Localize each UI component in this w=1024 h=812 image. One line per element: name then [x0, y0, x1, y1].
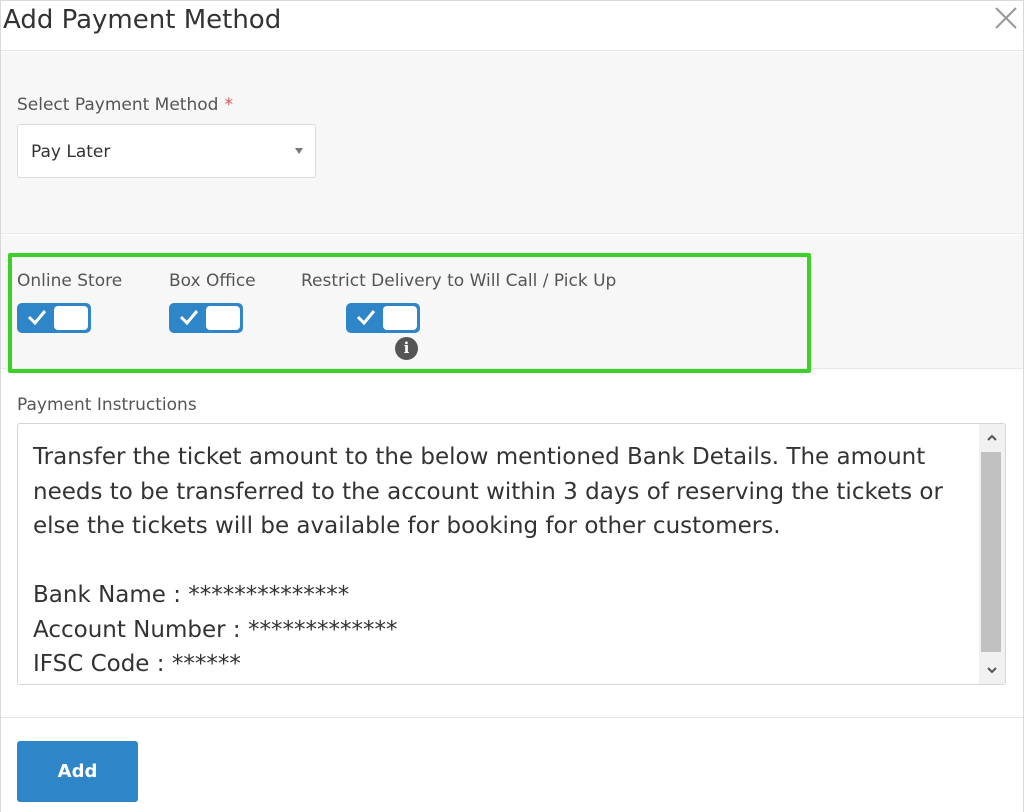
- chevron-up-icon[interactable]: [986, 432, 998, 444]
- scrollbar-thumb[interactable]: [981, 452, 1001, 652]
- payment-instructions-text: Transfer the ticket amount to the below …: [33, 444, 943, 677]
- box-office-toggle[interactable]: [169, 303, 243, 333]
- toggle-knob: [383, 306, 417, 330]
- close-icon: [995, 7, 1017, 29]
- payment-instructions-label: Payment Instructions: [17, 395, 197, 415]
- online-store-toggle[interactable]: [17, 303, 91, 333]
- add-button[interactable]: Add: [17, 741, 138, 802]
- online-store-label: Online Store: [17, 271, 123, 291]
- check-icon: [27, 310, 47, 326]
- payment-method-selected-value: Pay Later: [31, 142, 111, 162]
- chevron-down-icon: [295, 148, 303, 154]
- add-payment-method-dialog: Add Payment Method Select Payment Method…: [0, 0, 1024, 812]
- dialog-header: Add Payment Method: [1, 1, 1023, 51]
- dialog-title: Add Payment Method: [3, 5, 282, 35]
- payment-instructions-textarea[interactable]: Transfer the ticket amount to the below …: [17, 423, 1006, 685]
- restrict-delivery-toggle[interactable]: [346, 303, 420, 333]
- payment-method-select[interactable]: Pay Later: [17, 124, 316, 178]
- required-marker: *: [224, 95, 233, 115]
- close-button[interactable]: [993, 5, 1019, 31]
- chevron-down-icon[interactable]: [986, 664, 998, 676]
- dialog-footer: [1, 717, 1023, 812]
- payment-method-label-text: Select Payment Method: [17, 95, 219, 115]
- textarea-scrollbar[interactable]: [979, 424, 1005, 684]
- check-icon: [179, 310, 199, 326]
- toggle-knob: [54, 306, 88, 330]
- toggle-knob: [206, 306, 240, 330]
- box-office-label: Box Office: [169, 271, 256, 291]
- info-icon[interactable]: i: [395, 337, 418, 360]
- restrict-delivery-label: Restrict Delivery to Will Call / Pick Up: [301, 271, 617, 291]
- check-icon: [356, 310, 376, 326]
- payment-method-label: Select Payment Method *: [17, 95, 233, 115]
